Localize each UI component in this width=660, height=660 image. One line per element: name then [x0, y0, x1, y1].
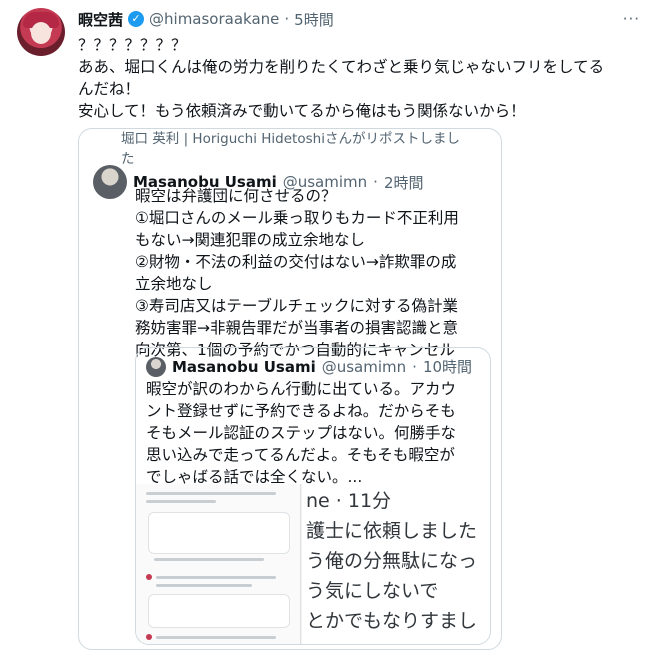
nested-timestamp[interactable]: 10時間 [423, 356, 472, 377]
image-text-line [156, 636, 276, 639]
repost-text: 堀口 英利 | Horiguchi Hidetoshiさんがリポストしまし [121, 131, 460, 147]
user-handle[interactable]: @himasoraakane [149, 10, 279, 28]
quoted-tweet-text: 暇空は弁護団に何させるの？ ①堀口さんのメール乗っ取りもカード不正利用 もない→… [135, 185, 491, 361]
nested-line: 思い込みで走ってるんだよ。そもそも暇空が [146, 446, 455, 464]
quoted-tweet[interactable]: 堀口 英利 | Horiguchi Hidetoshiさんがリポストしまし た … [78, 128, 502, 650]
image-text: ne · 11分 [306, 490, 392, 512]
attached-media[interactable]: ne · 11分 護士に依頼しました う俺の分無駄になっ う気にしないで とかで… [136, 484, 490, 644]
screenshot-image-left[interactable] [136, 484, 301, 644]
quoted-user-avatar[interactable] [93, 165, 127, 199]
nested-user-handle[interactable]: @usamimn [322, 358, 406, 376]
nested-tweet-text: 暇空が訳のわからん行動に出ている。アカウ ント登録せずに予約できるよね。だからそ… [146, 378, 480, 488]
quoted-line: ①堀口さんのメール乗っ取りもカード不正利用 [135, 209, 459, 227]
screenshot-image-right[interactable]: ne · 11分 護士に依頼しました う俺の分無駄になっ う気にしないで とかで… [302, 484, 490, 644]
nested-line: そもメール認証のステップはない。何勝手な [146, 424, 457, 442]
display-name[interactable]: 暇空茜 [78, 9, 123, 30]
image-embedded-card [148, 594, 290, 628]
quoted-line: 立余地なし [135, 275, 213, 293]
image-text: う気にしないで [306, 580, 439, 602]
quoted-line: 務妨害罪→非親告罪だが当事者の損害認識と意 [135, 319, 458, 337]
image-text-line [156, 576, 276, 579]
image-avatar [146, 574, 152, 580]
timestamp[interactable]: 5時間 [294, 9, 334, 30]
quoted-line: ②財物・不法の利益の交付はない→詐欺罪の成 [135, 253, 457, 271]
nested-tweet-header: Masanobu Usami @usamimn · 10時間 [146, 356, 472, 377]
tweet-header: 暇空茜 ✓ @himasoraakane · 5時間 [78, 8, 334, 30]
image-text: う俺の分無駄になっ [306, 550, 478, 572]
nested-user-avatar[interactable] [146, 356, 166, 377]
nested-line: 暇空が訳のわからん行動に出ている。アカウ [146, 380, 457, 398]
quoted-line: 暇空は弁護団に何させるの？ [135, 187, 337, 205]
image-embedded-card [148, 512, 290, 554]
image-text: 護士に依頼しました [306, 520, 478, 542]
image-text-line [154, 558, 264, 561]
quoted-line: もない→関連犯罪の成立余地なし [135, 231, 365, 249]
nested-quoted-tweet[interactable]: Masanobu Usami @usamimn · 10時間 暇空が訳のわからん… [135, 347, 491, 645]
image-text-line [146, 500, 216, 503]
nested-display-name[interactable]: Masanobu Usami [172, 358, 316, 376]
tweet-line: ああ、堀口くんは俺の労力を削りたくてわざと乗り気じゃないフリをしてる [78, 58, 605, 76]
tweet-line: んだね！ [78, 80, 141, 98]
image-text-line [146, 492, 276, 495]
verified-badge-icon: ✓ [128, 11, 145, 27]
nested-line: ント登録せずに予約できるよね。だからそも [146, 402, 456, 420]
avatar-face [31, 22, 51, 44]
separator-dot: · [412, 357, 417, 376]
tweet-text: ？？？？？？？ ああ、堀口くんは俺の労力を削りたくてわざと乗り気じゃないフリをし… [78, 34, 638, 122]
separator-dot: · [284, 10, 290, 28]
quoted-line: ③寿司店又はテーブルチェックに対する偽計業 [135, 297, 458, 315]
image-text: とかでもなりすまし [306, 610, 478, 632]
more-options-icon[interactable]: ··· [623, 10, 640, 28]
user-avatar[interactable] [17, 8, 65, 56]
image-text-line [156, 584, 252, 587]
tweet[interactable]: 暇空茜 ✓ @himasoraakane · 5時間 ··· ？？？？？？？ あ… [0, 0, 660, 660]
repost-indicator: 堀口 英利 | Horiguchi Hidetoshiさんがリポストしまし た [121, 129, 493, 169]
tweet-line: 安心して！もう依頼済みで動いてるから俺はもう関係ないから！ [78, 102, 526, 120]
image-avatar [146, 634, 152, 640]
tweet-line: ？？？？？？？ [78, 36, 187, 54]
